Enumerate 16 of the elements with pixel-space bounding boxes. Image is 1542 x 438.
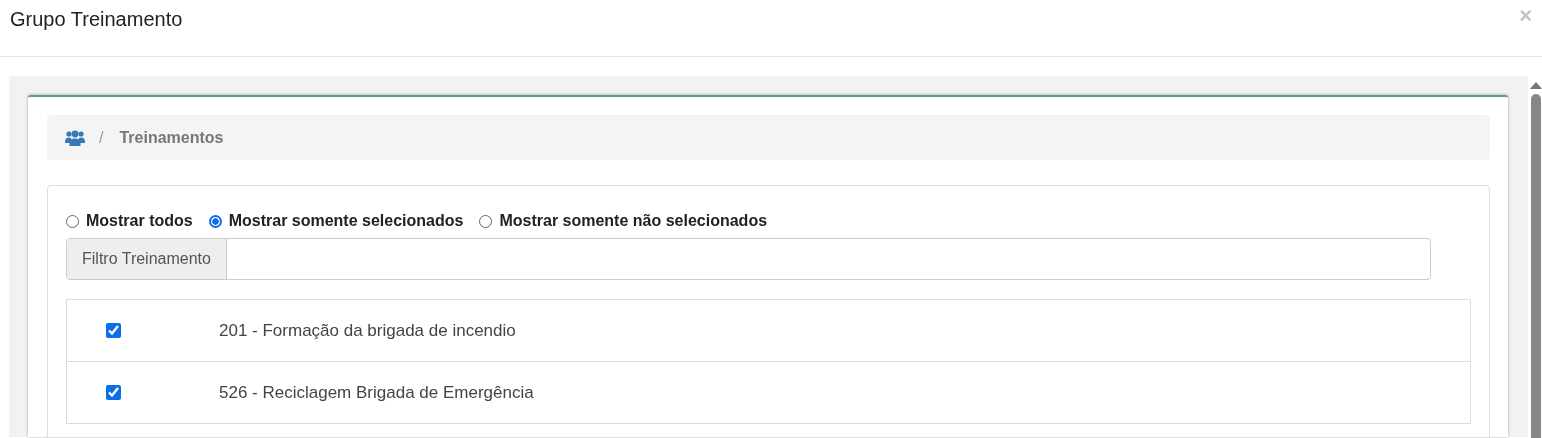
users-icon [65,128,85,147]
breadcrumb-separator: / [99,128,104,147]
radio-label[interactable]: Mostrar todos [86,212,193,230]
breadcrumb-item: Treinamentos [119,128,224,147]
radio-button[interactable] [479,214,493,228]
table-cell: 526 - Reciclagem Brigada de Emergência [219,382,534,403]
radio-label[interactable]: Mostrar somente selecionados [228,212,464,230]
radio-button[interactable] [208,214,222,228]
modal-title: Grupo Treinamento [10,8,183,31]
radio-button[interactable] [66,214,79,228]
search-label: Filtro Treinamento [67,239,227,279]
radio-label[interactable]: Mostrar somente não selecionados [499,212,768,230]
row-checkbox[interactable] [105,323,121,338]
search-field[interactable]: Filtro Treinamento [66,238,1431,280]
row-checkbox[interactable] [105,385,121,400]
table-cell: 201 - Formação da brigada de incendio [219,320,516,341]
